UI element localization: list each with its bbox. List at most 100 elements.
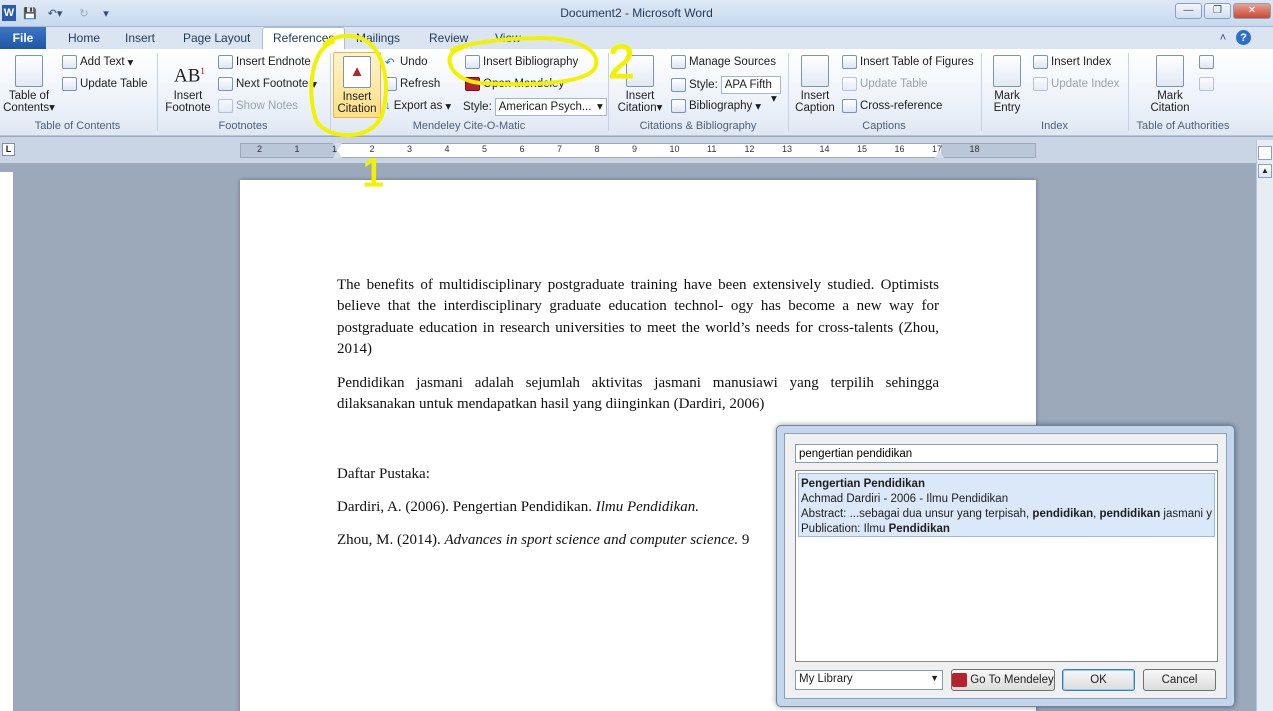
insert-citation-icon: [626, 55, 654, 87]
group-label-authorities: Table of Authorities: [1136, 120, 1230, 132]
insert-citation-button[interactable]: Insert Citation▾: [614, 55, 666, 114]
cross-reference-button[interactable]: Cross-reference: [842, 99, 942, 113]
mendeley-export-as-button[interactable]: ↓ Export as ▾: [385, 99, 451, 113]
ruler-tick-label: 9: [632, 144, 638, 154]
paragraph-2[interactable]: Pendidikan jasmani adalah sejumlah aktiv…: [337, 373, 939, 416]
library-select[interactable]: My Library ▼: [795, 670, 943, 690]
go-to-mendeley-button[interactable]: Go To Mendeley: [951, 669, 1055, 691]
tab-review[interactable]: Review: [429, 31, 468, 45]
ruler-tick-label: 8: [594, 144, 600, 154]
show-notes-icon: [218, 99, 233, 113]
tab-page-layout[interactable]: Page Layout: [183, 31, 250, 45]
tab-view[interactable]: View: [495, 31, 521, 45]
restore-icon[interactable]: ❐: [1204, 3, 1231, 19]
insert-table-of-figures-button[interactable]: Insert Table of Figures: [842, 55, 974, 69]
ruler-tick-label: 3: [407, 144, 413, 154]
ruler-tick-label: 5: [482, 144, 488, 154]
tab-references[interactable]: References: [262, 27, 346, 50]
ruler-tick-label: 10: [669, 144, 680, 154]
open-mendeley-button[interactable]: Open Mendeley: [465, 77, 564, 91]
insert-bibliography-icon: [465, 55, 480, 69]
tab-mailings[interactable]: Mailings: [356, 31, 400, 45]
update-table-icon: [62, 77, 77, 91]
update-table-of-authorities-button[interactable]: [1199, 77, 1214, 91]
insert-index-icon: [1033, 55, 1048, 69]
insert-index-button[interactable]: Insert Index: [1033, 55, 1111, 69]
next-footnote-icon: [218, 77, 233, 91]
cross-reference-icon: [842, 99, 857, 113]
table-of-authorities-icon: [1199, 55, 1214, 69]
mendeley-style-dropdown[interactable]: American Psych... ▾: [494, 98, 607, 116]
group-label-toc: Table of Contents: [34, 120, 121, 132]
ruler-tick-label: 18: [969, 144, 980, 154]
result-publication: Publication: Ilmu Pendidikan: [801, 523, 950, 535]
undo-arrow-icon: ↶: [385, 57, 395, 69]
mendeley-insert-citation-button[interactable]: ▲ Insert Citation: [333, 52, 381, 118]
right-indent-handle[interactable]: [935, 150, 944, 158]
chevron-down-icon: ▾: [596, 101, 603, 113]
reference-zhou[interactable]: Zhou, M. (2014). Advances in sport scien…: [337, 530, 777, 551]
table-of-figures-icon: [842, 55, 857, 69]
search-results-list[interactable]: Pengertian Pendidikan Achmad Dardiri - 2…: [795, 470, 1218, 662]
tab-file[interactable]: File: [0, 27, 46, 49]
title-bar: W 💾 ↶▾ ↻ ▾ Document2 - Microsoft Word — …: [0, 0, 1273, 27]
mendeley-citation-dialog: Pengertian Pendidikan Achmad Dardiri - 2…: [776, 425, 1235, 707]
search-result-item[interactable]: Pengertian Pendidikan Achmad Dardiri - 2…: [798, 473, 1215, 537]
ruler-tick-label: 12: [744, 144, 755, 154]
citation-style-dropdown[interactable]: APA Fifth ▾: [720, 76, 781, 105]
tab-home[interactable]: Home: [68, 31, 100, 45]
insert-bibliography-button[interactable]: Insert Bibliography: [465, 55, 578, 69]
mendeley-undo-button[interactable]: ↶ Undo: [385, 55, 428, 69]
insert-endnote-button[interactable]: Insert Endnote: [218, 55, 311, 69]
vertical-scrollbar[interactable]: ▲: [1256, 140, 1273, 711]
result-title: Pengertian Pendidikan: [801, 478, 925, 490]
mark-entry-button[interactable]: Mark Entry: [985, 55, 1029, 114]
minimize-icon[interactable]: —: [1175, 3, 1202, 19]
ruler-tick-label: 1: [294, 144, 300, 154]
insert-caption-icon: [801, 55, 829, 87]
ok-button[interactable]: OK: [1062, 669, 1135, 691]
refresh-icon: [385, 77, 397, 91]
bibliography-button[interactable]: Bibliography ▾: [671, 99, 761, 113]
ruler-tick-label: 16: [894, 144, 905, 154]
citation-search-input[interactable]: [795, 444, 1218, 463]
paragraph-1[interactable]: The benefits of multidisciplinary postgr…: [337, 275, 939, 360]
mendeley-refresh-button[interactable]: Refresh: [385, 77, 440, 91]
cancel-button[interactable]: Cancel: [1143, 669, 1216, 691]
ruler-toggle-icon[interactable]: [1258, 146, 1272, 160]
update-index-button[interactable]: Update Index: [1033, 77, 1119, 91]
manage-sources-button[interactable]: Manage Sources: [671, 55, 776, 69]
show-notes-button[interactable]: Show Notes: [218, 99, 298, 113]
insert-caption-button[interactable]: Insert Caption: [792, 55, 838, 114]
insert-table-of-authorities-button[interactable]: [1199, 55, 1214, 69]
horizontal-ruler[interactable]: 2 1 1 2 3 4 5 6 7 8 9 10 11 12 13 14 15 16 17 18: [240, 143, 1036, 158]
ruler-tick-label: 13: [782, 144, 793, 154]
ruler-right-margin: [941, 144, 1035, 157]
tab-selector-icon[interactable]: L: [2, 143, 15, 156]
table-of-contents-button[interactable]: Table of Contents▾: [3, 55, 55, 114]
mendeley-logo-icon: [952, 673, 968, 687]
mendeley-logo-icon: [465, 77, 480, 91]
ruler-tick-label: 11: [707, 144, 717, 154]
tab-insert[interactable]: Insert: [125, 31, 155, 45]
bibliography-icon: [671, 99, 686, 113]
ruler-left-margin: [241, 144, 337, 157]
ruler-tick-label: 2: [369, 144, 375, 154]
style-icon: [671, 78, 686, 92]
mark-citation-button[interactable]: Mark Citation: [1142, 55, 1198, 114]
help-icon[interactable]: ?: [1236, 30, 1251, 45]
first-line-indent-handle[interactable]: [333, 143, 342, 150]
hanging-indent-handle[interactable]: [333, 150, 342, 158]
scroll-up-icon[interactable]: ▲: [1258, 164, 1272, 178]
update-table-figures-button[interactable]: Update Table: [842, 77, 928, 91]
result-abstract: Abstract: ...sebagai dua unsur yang terp…: [801, 508, 1212, 520]
vertical-ruler[interactable]: [0, 172, 14, 711]
update-table-button[interactable]: Update Table: [62, 77, 148, 91]
ribbon-minimize-icon[interactable]: ˄: [1216, 30, 1230, 46]
insert-footnote-button[interactable]: AB1 Insert Footnote: [162, 55, 214, 114]
chevron-down-icon: ▾: [770, 93, 777, 105]
update-index-icon: [1033, 77, 1048, 91]
close-icon[interactable]: ✕: [1233, 3, 1271, 19]
next-footnote-button[interactable]: Next Footnote ▾: [218, 77, 317, 91]
add-text-button[interactable]: Add Text ▾: [62, 55, 133, 69]
